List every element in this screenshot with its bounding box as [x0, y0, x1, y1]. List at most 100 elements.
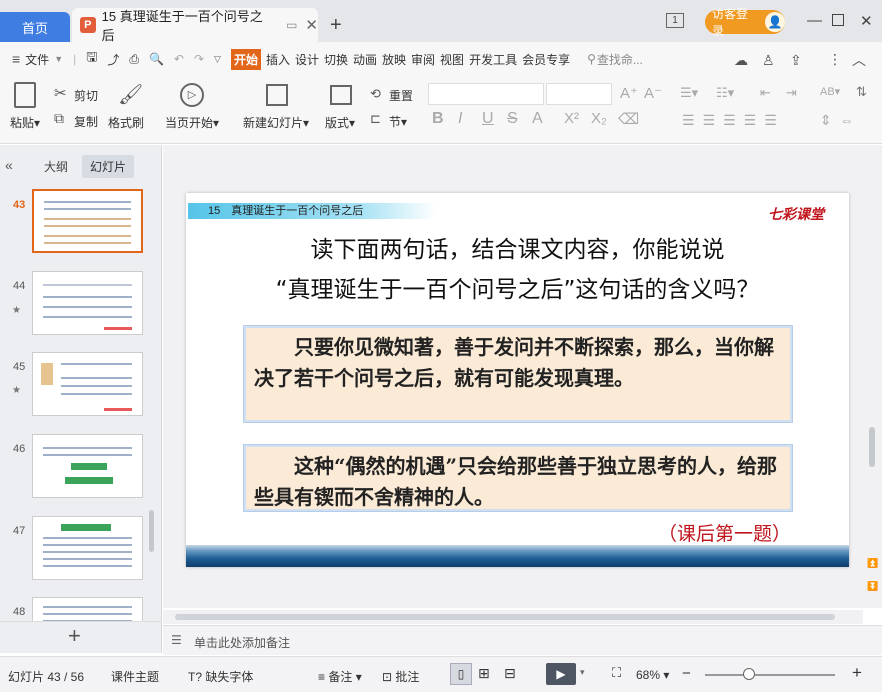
numbered-list-icon[interactable]: ☷▾ [716, 85, 734, 101]
tab-document[interactable]: P 15 真理诞生于一百个问号之后 ▭ ✕ [72, 8, 318, 43]
slideshow-play-button[interactable]: ▶ [546, 663, 576, 685]
collaborate-icon[interactable]: ♙ [762, 52, 775, 69]
subscript-icon[interactable]: X₂ [591, 110, 607, 127]
slide[interactable]: 15 真理诞生于一百个问号之后 七彩课堂 读下面两句话，结合课文内容，你能说说 … [186, 193, 849, 567]
search-icon[interactable]: ⚲ [587, 52, 596, 66]
tab-outline[interactable]: 大纲 [44, 158, 68, 175]
underline-icon[interactable]: U [482, 110, 494, 128]
from-current-button[interactable]: 当页开始▾ [165, 114, 219, 131]
decrease-indent-icon[interactable]: ⇤ [760, 85, 771, 101]
zoom-level[interactable]: 68% ▾ [636, 668, 669, 682]
new-tab-icon[interactable]: + [330, 14, 342, 37]
menu-insert[interactable]: 插入 [266, 51, 290, 68]
undo-icon[interactable]: ↶ [174, 52, 184, 66]
cut-button[interactable]: 剪切 [74, 87, 98, 104]
horizontal-scrollbar[interactable] [163, 610, 863, 624]
bullet-list-icon[interactable]: ☰▾ [680, 85, 698, 101]
superscript-icon[interactable]: X² [564, 110, 579, 127]
distribute-icons[interactable]: ⇕⇔ [820, 112, 862, 129]
zoom-in-icon[interactable]: + [852, 663, 862, 683]
guest-login-button[interactable]: 访客登录 👤 [705, 7, 785, 38]
menu-animation[interactable]: 动画 [353, 51, 377, 68]
zoom-slider-handle[interactable] [743, 668, 755, 680]
search-command-input[interactable]: 查找命... [597, 51, 643, 68]
align-icons[interactable]: ☰☰☰☰☰ [682, 112, 785, 129]
menu-member[interactable]: 会员专享 [522, 51, 570, 68]
collapse-ribbon-icon[interactable]: ︿ [852, 50, 866, 70]
missing-font-button[interactable]: T? 缺失字体 [188, 668, 253, 685]
section-button[interactable]: 节▾ [389, 113, 407, 130]
menu-review[interactable]: 审阅 [411, 51, 435, 68]
tab-home[interactable]: 首页 [0, 12, 70, 42]
hamburger-icon[interactable]: ≡ [12, 51, 20, 67]
comments-button[interactable]: ⊡ 批注 [382, 668, 419, 685]
strikethrough-icon[interactable]: S [507, 110, 518, 128]
zoom-slider[interactable] [705, 674, 835, 676]
grow-font-icon[interactable]: A⁺ [620, 84, 638, 102]
menu-file[interactable]: 文件 [25, 51, 49, 68]
cloud-sync-icon[interactable]: ☁ [734, 52, 748, 69]
vertical-scrollbar[interactable]: ⏫ ⏬ [863, 145, 882, 608]
window-counter-icon[interactable]: 1 [666, 13, 684, 28]
new-slide-button[interactable]: 新建幻灯片▾ [243, 114, 309, 131]
slide-thumbnail-46[interactable] [32, 434, 143, 498]
share-icon[interactable]: ⇪ [790, 52, 802, 69]
notes-area[interactable]: ☰ 单击此处添加备注 [163, 625, 882, 655]
theme-label[interactable]: 课件主题 [111, 668, 159, 685]
prev-slide-icon[interactable]: ⏫ [867, 558, 878, 569]
slide-thumbnail-45[interactable] [32, 352, 143, 416]
layout-icon[interactable] [330, 85, 352, 105]
next-slide-icon[interactable]: ⏬ [867, 581, 878, 592]
chevron-down-icon[interactable]: ▼ [54, 54, 63, 64]
normal-view-icon[interactable]: ▯ [450, 663, 472, 685]
collapse-panel-icon[interactable]: « [5, 157, 13, 173]
font-size-select[interactable] [546, 83, 612, 105]
font-color-icon[interactable]: A [532, 110, 543, 128]
menu-start[interactable]: 开始 [230, 48, 261, 70]
float-window-icon[interactable]: ▭ [286, 18, 297, 32]
slide-thumbnail-44[interactable] [32, 271, 143, 335]
save-icon[interactable]: 🖫 [86, 48, 97, 70]
paste-icon[interactable] [14, 82, 36, 108]
close-tab-icon[interactable]: ✕ [305, 16, 318, 34]
zoom-out-icon[interactable]: − [682, 665, 691, 682]
menu-design[interactable]: 设计 [295, 51, 319, 68]
format-painter-button[interactable]: 格式刷 [108, 114, 144, 131]
tab-slides[interactable]: 幻灯片 [82, 155, 135, 178]
menu-transition[interactable]: 切换 [324, 51, 348, 68]
close-window-icon[interactable]: ✕ [860, 12, 873, 30]
slide-thumbnail-47[interactable] [32, 516, 143, 580]
menu-slideshow[interactable]: 放映 [382, 51, 406, 68]
increase-indent-icon[interactable]: ⇥ [786, 85, 797, 101]
print-icon[interactable]: ⎙ [129, 52, 139, 67]
reading-view-icon[interactable]: ⊟ [504, 665, 516, 682]
redo-icon[interactable]: ↷ [194, 52, 204, 66]
italic-icon[interactable]: I [458, 110, 462, 128]
text-direction-icon[interactable]: AB▾ [820, 85, 840, 98]
export-icon[interactable]: ⤴ [107, 51, 119, 68]
layout-button[interactable]: 版式▾ [325, 114, 355, 131]
slide-thumbnail-43[interactable] [32, 189, 143, 253]
notes-button[interactable]: ≡ 备注 ▾ [318, 668, 362, 685]
print-preview-icon[interactable]: 🔍 [149, 52, 164, 66]
customize-icon[interactable]: ▽ [214, 54, 221, 65]
maximize-icon[interactable] [832, 14, 844, 26]
play-from-current-icon[interactable]: ▷ [180, 83, 204, 107]
add-slide-icon[interactable]: + [68, 623, 81, 649]
chevron-down-icon[interactable]: ▾ [580, 667, 585, 678]
menu-developer[interactable]: 开发工具 [469, 51, 517, 68]
reset-button[interactable]: 重置 [389, 87, 413, 104]
fit-window-icon[interactable]: ⛶ [612, 665, 621, 681]
minimize-icon[interactable]: — [807, 12, 822, 29]
paste-button[interactable]: 粘贴▾ [10, 114, 40, 131]
panel-scrollbar[interactable] [149, 510, 154, 552]
shrink-font-icon[interactable]: A⁻ [644, 84, 662, 102]
more-icon[interactable]: ⋮ [828, 51, 842, 68]
scroll-thumb[interactable] [869, 427, 875, 467]
h-scroll-thumb[interactable] [175, 614, 835, 620]
new-slide-icon[interactable] [266, 84, 288, 106]
clear-format-icon[interactable]: ⌫ [618, 110, 639, 128]
menu-view[interactable]: 视图 [440, 51, 464, 68]
line-spacing-icon[interactable]: ⇅ [856, 84, 867, 100]
copy-button[interactable]: 复制 [74, 113, 98, 130]
